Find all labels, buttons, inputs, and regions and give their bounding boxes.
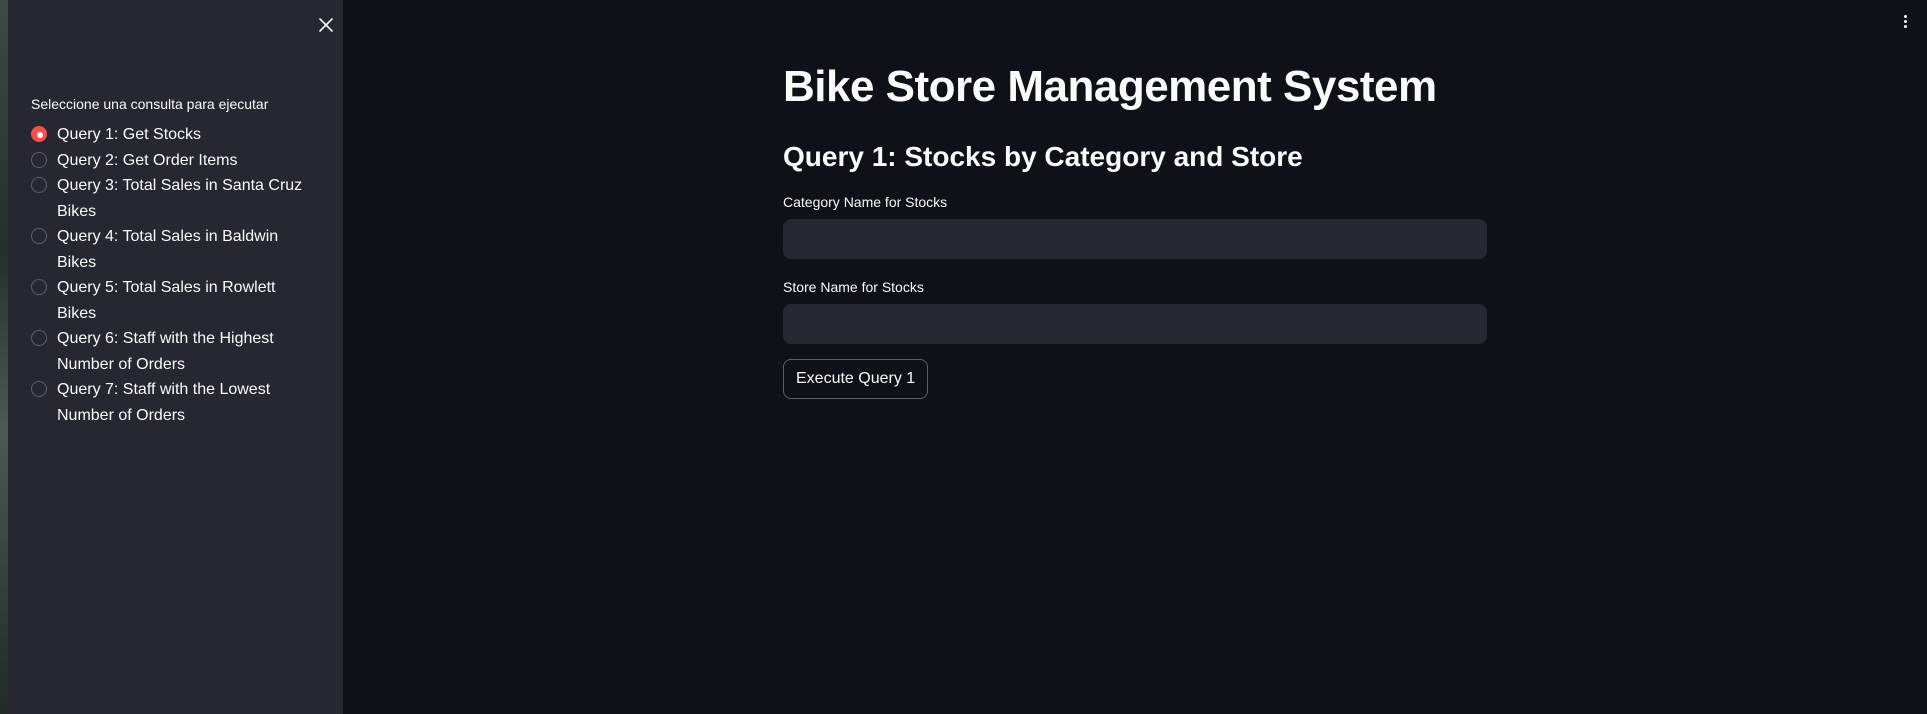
radio-unselected-icon[interactable] bbox=[31, 279, 47, 295]
radio-option-label: Query 7: Staff with the Lowest Number of… bbox=[57, 381, 271, 424]
category-name-input[interactable] bbox=[783, 219, 1487, 259]
radio-option-label: Query 3: Total Sales in Santa Cruz Bikes bbox=[57, 177, 303, 220]
radio-option-query-6[interactable]: Query 6: Staff with the Highest Number o… bbox=[31, 326, 316, 377]
radio-option-query-2[interactable]: Query 2: Get Order Items bbox=[31, 148, 316, 174]
radio-option-label: Query 5: Total Sales in Rowlett Bikes bbox=[57, 279, 276, 322]
radio-selected-icon[interactable] bbox=[31, 126, 47, 142]
radio-option-query-1[interactable]: Query 1: Get Stocks bbox=[31, 122, 316, 148]
store-name-label: Store Name for Stocks bbox=[783, 279, 924, 295]
execute-query-button[interactable]: Execute Query 1 bbox=[783, 359, 929, 399]
store-name-input[interactable] bbox=[783, 304, 1487, 344]
radio-unselected-icon[interactable] bbox=[31, 151, 47, 168]
radio-option-query-5[interactable]: Query 5: Total Sales in Rowlett Bikes bbox=[31, 275, 316, 326]
radio-unselected-icon[interactable] bbox=[31, 177, 47, 193]
category-name-label: Category Name for Stocks bbox=[783, 194, 948, 210]
vertical-dots-icon bbox=[1903, 19, 1907, 23]
radio-option-label: Query 1: Get Stocks bbox=[57, 126, 202, 143]
radio-option-label: Query 6: Staff with the Highest Number o… bbox=[57, 330, 274, 373]
radio-option-query-3[interactable]: Query 3: Total Sales in Santa Cruz Bikes bbox=[31, 173, 316, 224]
radio-unselected-icon[interactable] bbox=[31, 330, 47, 346]
query-subheader: Query 1: Stocks by Category and Store bbox=[783, 141, 1303, 172]
query-radio-group: Query 1: Get Stocks Query 2: Get Order I… bbox=[31, 122, 316, 428]
vertical-dots-icon bbox=[1903, 14, 1907, 18]
radio-option-query-7[interactable]: Query 7: Staff with the Lowest Number of… bbox=[31, 377, 316, 428]
radio-option-query-4[interactable]: Query 4: Total Sales in Baldwin Bikes bbox=[31, 224, 316, 275]
sidebar: Seleccione una consulta para ejecutar Qu… bbox=[8, 0, 343, 714]
page-title: Bike Store Management System bbox=[783, 62, 1437, 111]
radio-unselected-icon[interactable] bbox=[31, 228, 47, 244]
desktop-background-edge bbox=[0, 0, 8, 714]
close-icon bbox=[319, 18, 333, 32]
close-sidebar-button[interactable] bbox=[312, 11, 340, 39]
radio-unselected-icon[interactable] bbox=[31, 381, 47, 397]
main-menu-button[interactable] bbox=[1895, 10, 1915, 32]
radio-option-label: Query 2: Get Order Items bbox=[57, 151, 238, 169]
radio-group-label: Seleccione una consulta para ejecutar bbox=[31, 96, 269, 112]
radio-option-label: Query 4: Total Sales in Baldwin Bikes bbox=[57, 228, 279, 271]
vertical-dots-icon bbox=[1903, 24, 1907, 28]
